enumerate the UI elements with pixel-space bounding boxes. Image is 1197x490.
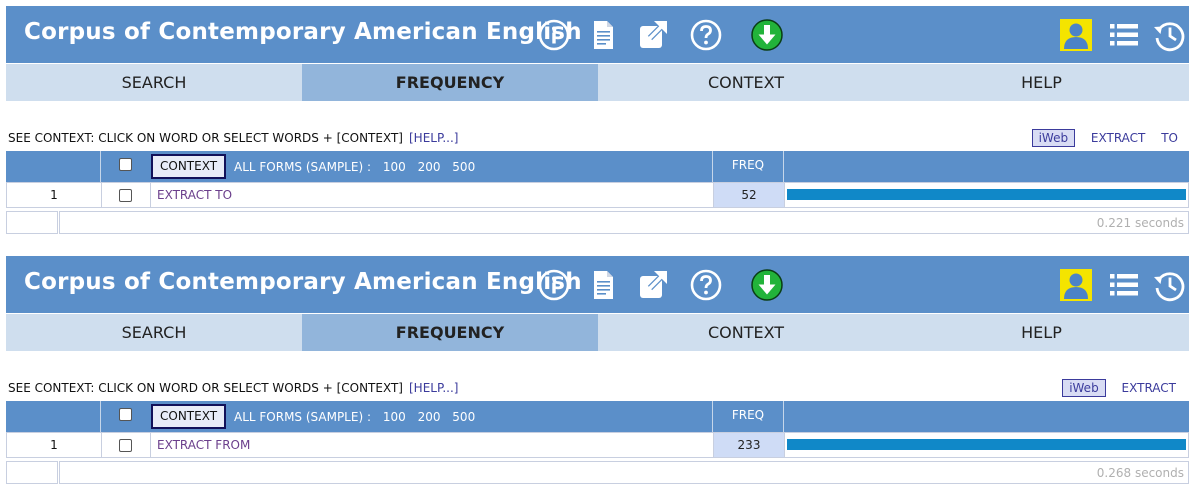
tab-help[interactable]: HELP bbox=[894, 64, 1189, 101]
query-time: 0.221 seconds bbox=[1096, 216, 1184, 230]
history-icon[interactable] bbox=[1152, 268, 1186, 302]
result-word-link[interactable]: EXTRACT FROM bbox=[157, 433, 250, 457]
table-row: 1 EXTRACT TO 52 bbox=[6, 182, 1189, 208]
iweb-link[interactable]: iWeb bbox=[1062, 379, 1106, 397]
query-time: 0.268 seconds bbox=[1096, 466, 1184, 480]
hint-text: SEE CONTEXT: CLICK ON WORD OR SELECT WOR… bbox=[8, 131, 403, 145]
tab-context[interactable]: CONTEXT bbox=[598, 314, 894, 351]
download-icon[interactable] bbox=[750, 18, 784, 52]
corpus-links: iWeb EXTRACT bbox=[1062, 379, 1176, 397]
history-icon[interactable] bbox=[1152, 18, 1186, 52]
row-number: 1 bbox=[7, 183, 102, 207]
tab-frequency[interactable]: FREQUENCY bbox=[302, 64, 598, 101]
footer-cell: 0.268 seconds bbox=[59, 461, 1189, 484]
tab-search[interactable]: SEARCH bbox=[6, 64, 302, 101]
iweb-link[interactable]: iWeb bbox=[1031, 129, 1076, 147]
context-hint: SEE CONTEXT: CLICK ON WORD OR SELECT WOR… bbox=[8, 131, 458, 145]
list-icon[interactable] bbox=[1107, 18, 1141, 52]
row-checkbox[interactable] bbox=[119, 189, 132, 202]
footer-cell bbox=[6, 461, 58, 484]
list-icon[interactable] bbox=[1107, 268, 1141, 302]
row-checkbox-cell bbox=[102, 433, 151, 457]
results-footer: 0.268 seconds bbox=[6, 461, 1189, 484]
results-table-header: CONTEXT ALL FORMS (SAMPLE) : 100 200 500… bbox=[6, 401, 1189, 432]
select-all-checkbox[interactable] bbox=[119, 158, 132, 171]
corpus-links: iWeb EXTRACT TO bbox=[1031, 129, 1178, 147]
result-word-link[interactable]: EXTRACT TO bbox=[157, 183, 232, 207]
sample-500-link[interactable]: 500 bbox=[452, 160, 475, 174]
sample-200-link[interactable]: 200 bbox=[418, 410, 441, 424]
context-hint: SEE CONTEXT: CLICK ON WORD OR SELECT WOR… bbox=[8, 381, 458, 395]
freq-column-header[interactable]: FREQ bbox=[712, 401, 784, 432]
user-icon[interactable] bbox=[1059, 268, 1093, 302]
context-button[interactable]: CONTEXT bbox=[151, 154, 227, 179]
app-title[interactable]: Corpus of Contemporary American English bbox=[24, 269, 582, 295]
freq-bar bbox=[787, 189, 1186, 200]
nav-tabs: SEARCH FREQUENCY CONTEXT HELP bbox=[6, 64, 1189, 101]
app-title[interactable]: Corpus of Contemporary American English bbox=[24, 19, 582, 45]
footer-cell bbox=[6, 211, 58, 234]
row-checkbox-cell bbox=[102, 183, 151, 207]
download-icon[interactable] bbox=[750, 268, 784, 302]
sample-100-link[interactable]: 100 bbox=[383, 410, 406, 424]
column-divider bbox=[100, 401, 101, 432]
hint-help-link[interactable]: [HELP...] bbox=[409, 381, 458, 395]
freq-value: 233 bbox=[713, 433, 785, 457]
freq-bar bbox=[787, 439, 1186, 450]
sample-size-options: ALL FORMS (SAMPLE) : 100 200 500 bbox=[234, 410, 483, 424]
info-icon[interactable] bbox=[537, 18, 571, 52]
app-header: Corpus of Contemporary American English bbox=[6, 6, 1189, 63]
help-icon[interactable] bbox=[689, 268, 723, 302]
document-icon[interactable] bbox=[586, 18, 620, 52]
nav-tabs: SEARCH FREQUENCY CONTEXT HELP bbox=[6, 314, 1189, 351]
external-link-icon[interactable] bbox=[636, 18, 670, 52]
hint-text: SEE CONTEXT: CLICK ON WORD OR SELECT WOR… bbox=[8, 381, 403, 395]
select-all-checkbox[interactable] bbox=[119, 408, 132, 421]
tab-context[interactable]: CONTEXT bbox=[598, 64, 894, 101]
search-word-link[interactable]: EXTRACT bbox=[1091, 131, 1145, 145]
sample-500-link[interactable]: 500 bbox=[452, 410, 475, 424]
freq-value: 52 bbox=[713, 183, 785, 207]
context-button[interactable]: CONTEXT bbox=[151, 404, 227, 429]
column-divider bbox=[100, 151, 101, 182]
all-forms-label: ALL FORMS (SAMPLE) : bbox=[234, 160, 371, 174]
info-icon[interactable] bbox=[537, 268, 571, 302]
sample-200-link[interactable]: 200 bbox=[418, 160, 441, 174]
table-row: 1 EXTRACT FROM 233 bbox=[6, 432, 1189, 458]
user-icon[interactable] bbox=[1059, 18, 1093, 52]
results-table-header: CONTEXT ALL FORMS (SAMPLE) : 100 200 500… bbox=[6, 151, 1189, 182]
sample-100-link[interactable]: 100 bbox=[383, 160, 406, 174]
row-number: 1 bbox=[7, 433, 102, 457]
help-icon[interactable] bbox=[689, 18, 723, 52]
document-icon[interactable] bbox=[586, 268, 620, 302]
search-word-link[interactable]: TO bbox=[1161, 131, 1178, 145]
tab-search[interactable]: SEARCH bbox=[6, 314, 302, 351]
search-word-link[interactable]: EXTRACT bbox=[1122, 381, 1176, 395]
all-forms-label: ALL FORMS (SAMPLE) : bbox=[234, 410, 371, 424]
freq-column-header[interactable]: FREQ bbox=[712, 151, 784, 182]
app-header: Corpus of Contemporary American English bbox=[6, 256, 1189, 313]
footer-cell: 0.221 seconds bbox=[59, 211, 1189, 234]
results-footer: 0.221 seconds bbox=[6, 211, 1189, 234]
row-checkbox[interactable] bbox=[119, 439, 132, 452]
external-link-icon[interactable] bbox=[636, 268, 670, 302]
tab-frequency[interactable]: FREQUENCY bbox=[302, 314, 598, 351]
hint-help-link[interactable]: [HELP...] bbox=[409, 131, 458, 145]
sample-size-options: ALL FORMS (SAMPLE) : 100 200 500 bbox=[234, 160, 483, 174]
tab-help[interactable]: HELP bbox=[894, 314, 1189, 351]
